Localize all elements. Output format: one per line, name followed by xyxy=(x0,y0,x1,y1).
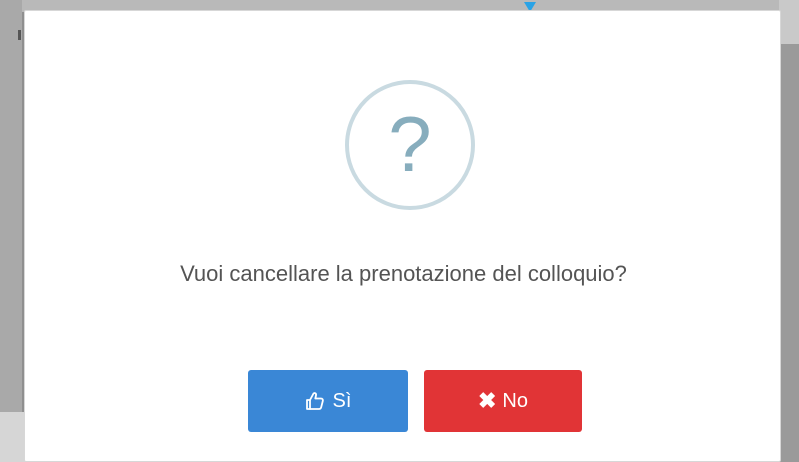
dialog-message: Vuoi cancellare la prenotazione del coll… xyxy=(180,261,627,286)
yes-button[interactable]: Sì xyxy=(248,370,408,432)
confirmation-dialog: ? Vuoi cancellare la prenotazione del co… xyxy=(24,10,781,462)
backdrop-tick xyxy=(18,30,21,40)
close-icon: ✖ xyxy=(477,388,497,413)
dialog-buttons: Sì ✖ No xyxy=(248,370,582,432)
no-button[interactable]: ✖ No xyxy=(424,370,582,432)
yes-button-label: Sì xyxy=(332,389,352,412)
backdrop-right xyxy=(779,0,799,462)
thumbs-up-icon xyxy=(305,391,325,411)
question-icon: ? xyxy=(345,80,475,210)
question-mark-glyph: ? xyxy=(388,100,432,188)
backdrop-right-upper xyxy=(779,0,799,44)
no-button-label: No xyxy=(502,389,528,412)
backdrop-left xyxy=(0,0,22,462)
